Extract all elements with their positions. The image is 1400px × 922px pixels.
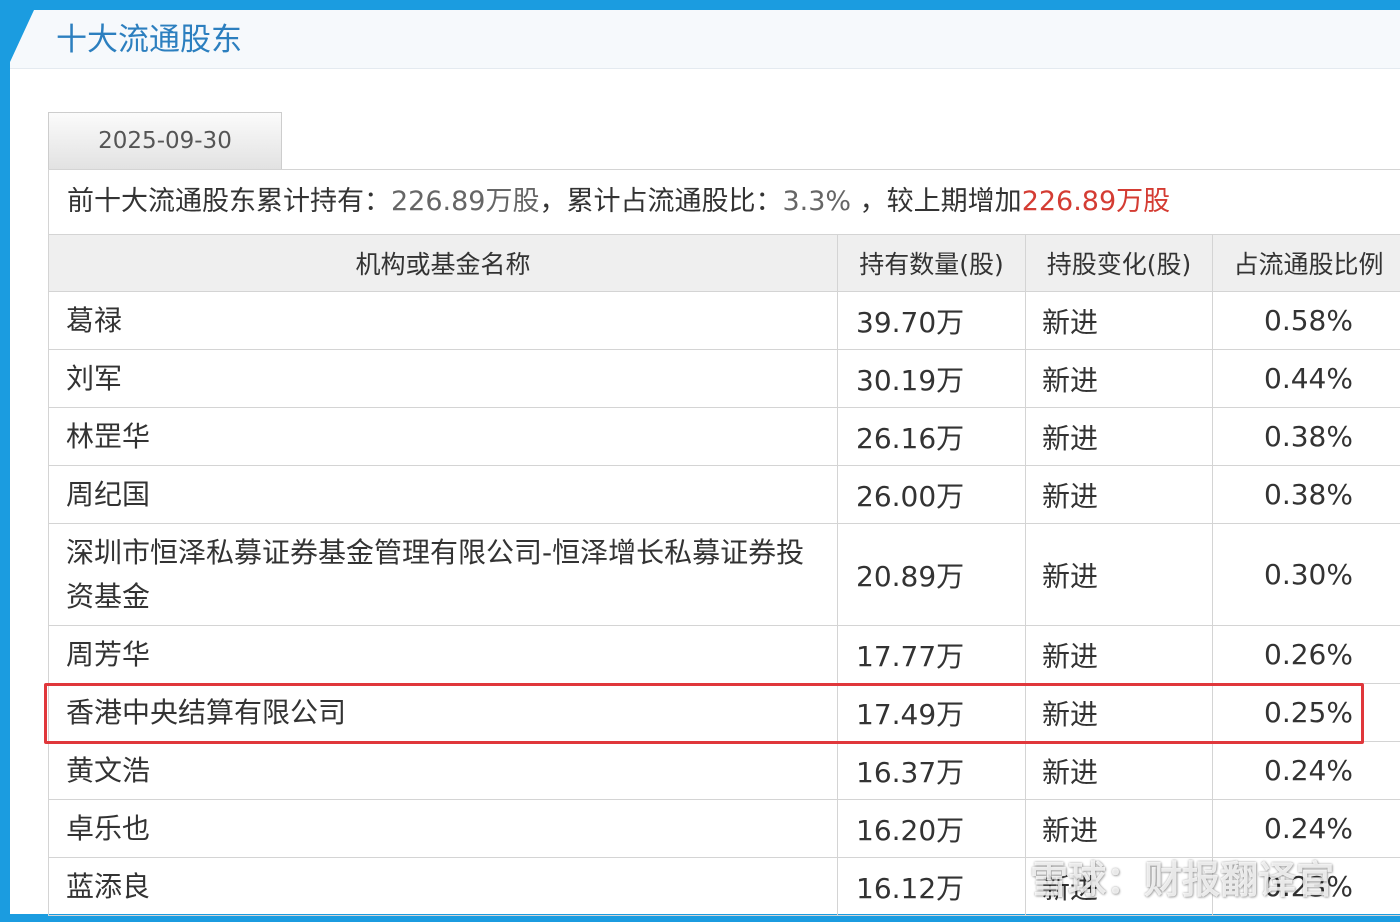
holder-name: 葛禄 [48, 291, 838, 350]
table-row: 黄文浩 16.37万 新进 0.24% [48, 741, 1400, 800]
summary-change-label: ，较上期增加 [851, 186, 1022, 217]
table-header-row: 机构或基金名称 持有数量(股) 持股变化(股) 占流通股比例 [48, 234, 1400, 292]
holder-change: 新进 [1025, 799, 1213, 858]
holder-name: 刘军 [48, 349, 838, 408]
holder-name: 深圳市恒泽私募证券基金管理有限公司-恒泽增长私募证券投资基金 [48, 523, 838, 626]
column-header-shares: 持有数量(股) [837, 234, 1026, 292]
holder-name: 卓乐也 [48, 799, 838, 858]
table-row: 周纪国 26.00万 新进 0.38% [48, 465, 1400, 524]
column-header-ratio: 占流通股比例 [1212, 234, 1400, 292]
holder-change: 新进 [1025, 857, 1213, 916]
holder-ratio: 0.58% [1212, 291, 1400, 350]
holder-name: 黄文浩 [48, 741, 838, 800]
holder-name: 林罡华 [48, 407, 838, 466]
holder-shares: 16.20万 [837, 799, 1026, 858]
header-accent-corner [10, 10, 34, 62]
table-row: 蓝添良 16.12万 新进 0.23% [48, 857, 1400, 916]
holder-ratio: 0.38% [1212, 407, 1400, 466]
tab-report-date[interactable]: 2025-09-30 [48, 112, 282, 169]
table-row: 葛禄 39.70万 新进 0.58% [48, 291, 1400, 350]
holder-name: 周芳华 [48, 625, 838, 684]
summary-total-shares: 226.89万股 [391, 186, 540, 217]
holder-change: 新进 [1025, 741, 1213, 800]
table-row: 林罡华 26.16万 新进 0.38% [48, 407, 1400, 466]
holder-change: 新进 [1025, 291, 1213, 350]
table-row: 周芳华 17.77万 新进 0.26% [48, 625, 1400, 684]
holder-change: 新进 [1025, 523, 1213, 626]
summary-ratio: 3.3% [782, 186, 852, 217]
holder-ratio: 0.25% [1212, 683, 1400, 742]
table-row: 深圳市恒泽私募证券基金管理有限公司-恒泽增长私募证券投资基金 20.89万 新进… [48, 523, 1400, 626]
holder-shares: 17.77万 [837, 625, 1026, 684]
holder-shares: 26.00万 [837, 465, 1026, 524]
holder-name: 香港中央结算有限公司 [48, 683, 838, 742]
holder-change: 新进 [1025, 465, 1213, 524]
holder-ratio: 0.24% [1212, 741, 1400, 800]
table-row: 香港中央结算有限公司 17.49万 新进 0.25% [48, 683, 1400, 742]
section-title: 十大流通股东 [56, 22, 242, 58]
holder-shares: 16.37万 [837, 741, 1026, 800]
holdings-summary: 前十大流通股东累计持有：226.89万股，累计占流通股比：3.3% ，较上期增加… [48, 170, 1400, 234]
holder-change: 新进 [1025, 349, 1213, 408]
holder-shares: 16.12万 [837, 857, 1026, 916]
holder-shares: 20.89万 [837, 523, 1026, 626]
shareholders-table: 机构或基金名称 持有数量(股) 持股变化(股) 占流通股比例 葛禄 39.70万… [48, 234, 1400, 916]
holder-change: 新进 [1025, 683, 1213, 742]
table-row: 刘军 30.19万 新进 0.44% [48, 349, 1400, 408]
holder-change: 新进 [1025, 407, 1213, 466]
holder-ratio: 0.24% [1212, 799, 1400, 858]
holder-ratio: 0.23% [1212, 857, 1400, 916]
holder-ratio: 0.44% [1212, 349, 1400, 408]
summary-ratio-label: ，累计占流通股比： [539, 186, 783, 217]
holder-shares: 30.19万 [837, 349, 1026, 408]
holder-ratio: 0.38% [1212, 465, 1400, 524]
column-header-name: 机构或基金名称 [48, 234, 838, 292]
summary-change-value: 226.89万股 [1021, 186, 1171, 217]
table-row: 卓乐也 16.20万 新进 0.24% [48, 799, 1400, 858]
holder-ratio: 0.30% [1212, 523, 1400, 626]
holder-name: 周纪国 [48, 465, 838, 524]
holder-ratio: 0.26% [1212, 625, 1400, 684]
holder-shares: 39.70万 [837, 291, 1026, 350]
column-header-change: 持股变化(股) [1025, 234, 1213, 292]
holder-name: 蓝添良 [48, 857, 838, 916]
holder-shares: 26.16万 [837, 407, 1026, 466]
summary-prefix: 前十大流通股东累计持有： [67, 186, 391, 217]
holder-change: 新进 [1025, 625, 1213, 684]
holder-shares: 17.49万 [837, 683, 1026, 742]
